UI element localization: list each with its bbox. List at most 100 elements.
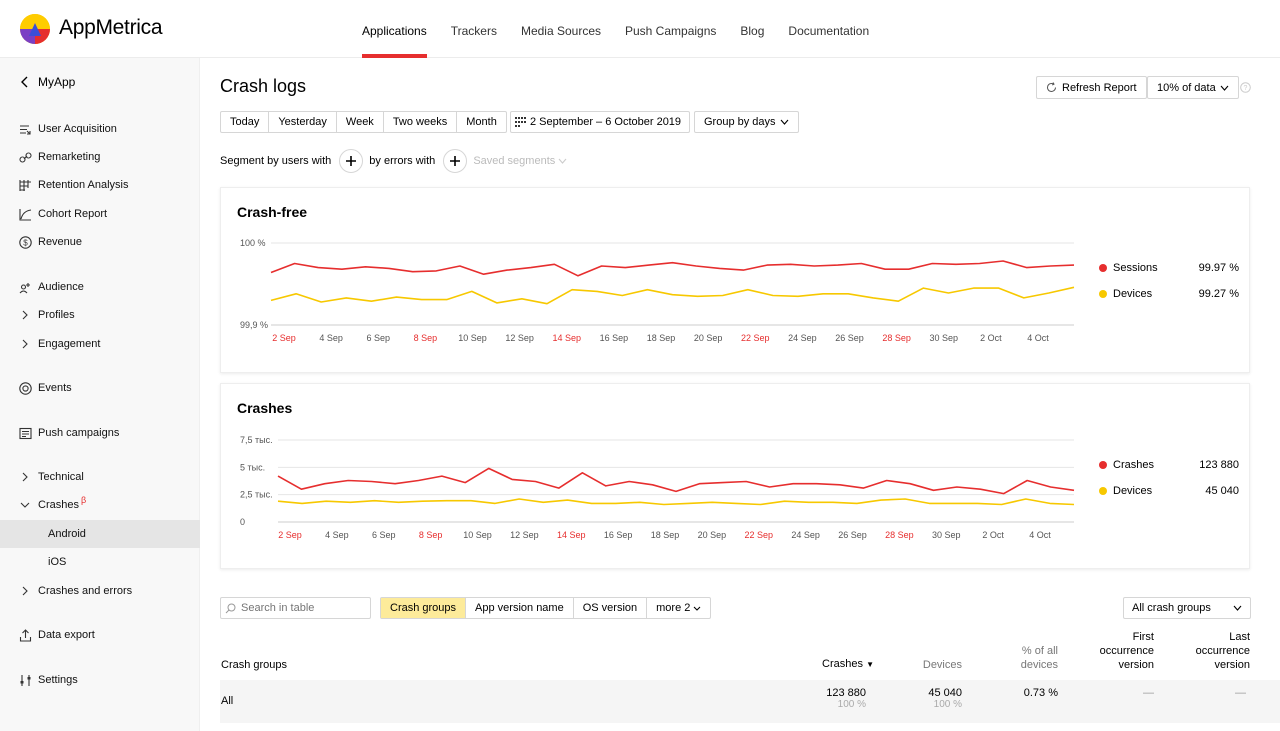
nav-push-campaigns[interactable]: Push Campaigns — [625, 0, 716, 58]
sidebar-item-label: Crashes and errors — [38, 585, 133, 597]
date-range-picker[interactable]: 2 September – 6 October 2019 — [510, 111, 691, 133]
sidebar-item-crashes[interactable]: Crashes β — [0, 491, 200, 519]
table-search[interactable] — [220, 597, 371, 619]
group-by-dropdown[interactable]: Group by days — [694, 111, 799, 133]
chevron-right-icon — [18, 337, 32, 351]
nav-trackers[interactable]: Trackers — [451, 0, 497, 58]
y-tick-label: 2,5 тыс. — [240, 490, 273, 500]
top-header: AppMetrica Applications Trackers Media S… — [0, 0, 1280, 58]
calendar-icon — [515, 117, 526, 127]
x-tick-label: 4 Sep — [319, 333, 343, 343]
sidebar-item-label: Cohort Report — [38, 208, 108, 220]
sidebar-item-engagement[interactable]: Engagement — [0, 330, 200, 358]
col-crash-groups[interactable]: Crash groups — [221, 658, 287, 672]
back-to-app-link[interactable]: MyApp — [20, 75, 75, 89]
sidebar-item-data-export[interactable]: Data export — [0, 621, 200, 649]
nav-documentation[interactable]: Documentation — [788, 0, 869, 58]
export-icon — [18, 628, 32, 642]
period-yesterday[interactable]: Yesterday — [269, 112, 337, 132]
legend-devices[interactable]: Devices 99.27 % — [1099, 288, 1239, 300]
sidebar-item-cohort-report[interactable]: Cohort Report — [0, 200, 200, 228]
sidebar-item-push-campaigns[interactable]: Push campaigns — [0, 419, 200, 447]
nav-blog[interactable]: Blog — [740, 0, 764, 58]
x-tick-label: 12 Sep — [505, 333, 534, 343]
sidebar-item-label: Android — [48, 528, 86, 540]
sidebar-item-revenue[interactable]: $ Revenue — [0, 228, 200, 256]
sidebar-item-label: Events — [38, 382, 72, 394]
sidebar-item-user-acquisition[interactable]: User Acquisition — [0, 115, 200, 143]
table-row[interactable]: All 123 880 100 % 45 040 100 % 0.73 % — … — [220, 680, 1280, 723]
period-today[interactable]: Today — [221, 112, 270, 132]
sidebar-item-remarketing[interactable]: Remarketing — [0, 143, 200, 171]
sidebar-item-android[interactable]: Android — [0, 520, 200, 548]
filter-label: All crash groups — [1132, 602, 1211, 614]
sidebar-item-ios[interactable]: iOS — [0, 548, 200, 576]
x-tick-label: 30 Sep — [929, 333, 958, 343]
col-crashes[interactable]: Crashes ▼ — [822, 657, 874, 672]
sidebar-item-label: Crashes — [38, 499, 79, 511]
nav-media-sources[interactable]: Media Sources — [521, 0, 601, 58]
x-tick-label: 16 Sep — [600, 333, 629, 343]
x-tick-label: 28 Sep — [885, 530, 914, 540]
add-user-segment-button[interactable] — [339, 149, 364, 173]
col-last-occurrence[interactable]: Last occurrence version — [1196, 630, 1250, 672]
legend-crashes[interactable]: Crashes 123 880 — [1099, 459, 1239, 471]
x-tick-label: 6 Sep — [372, 530, 396, 540]
cell-crashes: 123 880 100 % — [826, 688, 866, 711]
appmetrica-logo-icon[interactable] — [20, 14, 50, 44]
period-month[interactable]: Month — [457, 112, 506, 132]
crash-groups-filter-select[interactable]: All crash groups — [1123, 597, 1251, 619]
col-first-line1: First — [1132, 631, 1154, 643]
period-two-weeks[interactable]: Two weeks — [384, 112, 458, 132]
legend-devices[interactable]: Devices 45 040 — [1099, 485, 1239, 497]
tab-app-version-name[interactable]: App version name — [466, 598, 574, 618]
segment-by-errors-label: by errors with — [369, 155, 436, 167]
cell-last: — — [1235, 687, 1246, 699]
chevron-down-icon — [558, 158, 567, 164]
sidebar-item-events[interactable]: Events — [0, 374, 200, 402]
sidebar-item-audience[interactable]: Audience — [0, 273, 200, 301]
crash-free-chart: 99,9 % 100 % 2 Sep 4 Sep 6 Sep 8 Sep 10 Sep 12 … — [240, 238, 1075, 343]
dollar-icon: $ — [18, 235, 32, 249]
main-content: Crash logs Refresh Report 10% of data ? … — [220, 58, 1280, 731]
tab-crash-groups[interactable]: Crash groups — [381, 598, 467, 618]
sidebar-item-technical[interactable]: Technical — [0, 463, 200, 491]
sidebar-item-label: Revenue — [38, 236, 83, 248]
col-pct-line1: % of all — [1021, 645, 1058, 657]
col-pct-devices[interactable]: % of all devices — [1021, 644, 1058, 672]
legend-dot — [1099, 461, 1107, 469]
legend-sessions[interactable]: Sessions 99.97 % — [1099, 262, 1239, 274]
sort-desc-icon: ▼ — [866, 660, 874, 669]
x-tick-label: 2 Sep — [272, 333, 296, 343]
col-devices[interactable]: Devices — [923, 658, 962, 672]
x-tick-label: 24 Sep — [788, 333, 817, 343]
refresh-report-button[interactable]: Refresh Report — [1036, 76, 1147, 99]
col-first-occurrence[interactable]: First occurrence version — [1100, 630, 1154, 672]
brand-name[interactable]: AppMetrica — [59, 16, 163, 40]
legend-label: Crashes — [1113, 459, 1154, 471]
sampling-dropdown[interactable]: 10% of data — [1147, 76, 1239, 99]
col-first-line2: occurrence — [1099, 645, 1154, 657]
help-icon[interactable]: ? — [1240, 82, 1251, 93]
sidebar-item-label: Settings — [38, 674, 78, 686]
period-week[interactable]: Week — [337, 112, 384, 132]
col-last-line1: Last — [1229, 631, 1250, 643]
sidebar-item-crashes-and-errors[interactable]: Crashes and errors — [0, 577, 200, 605]
target-icon — [18, 381, 32, 395]
sampling-label: 10% of data — [1157, 81, 1216, 94]
x-tick-label: 24 Sep — [791, 530, 820, 540]
legend-value: 99.97 % — [1198, 262, 1239, 274]
x-tick-label: 20 Sep — [698, 530, 727, 540]
tab-os-version[interactable]: OS version — [574, 598, 648, 618]
saved-segments-dropdown[interactable]: Saved segments — [473, 155, 567, 167]
sidebar-item-retention-analysis[interactable]: Retention Analysis — [0, 171, 200, 199]
cell-crashes-pct: 100 % — [837, 699, 866, 710]
segment-row: Segment by users with by errors with Sav… — [220, 149, 567, 173]
search-input[interactable] — [241, 602, 361, 614]
sidebar-item-settings[interactable]: Settings — [0, 666, 200, 694]
top-nav: Applications Trackers Media Sources Push… — [362, 0, 893, 58]
add-error-segment-button[interactable] — [443, 149, 468, 173]
sidebar-item-profiles[interactable]: Profiles — [0, 301, 200, 329]
tab-more[interactable]: more 2 — [647, 598, 710, 618]
nav-applications[interactable]: Applications — [362, 0, 427, 58]
